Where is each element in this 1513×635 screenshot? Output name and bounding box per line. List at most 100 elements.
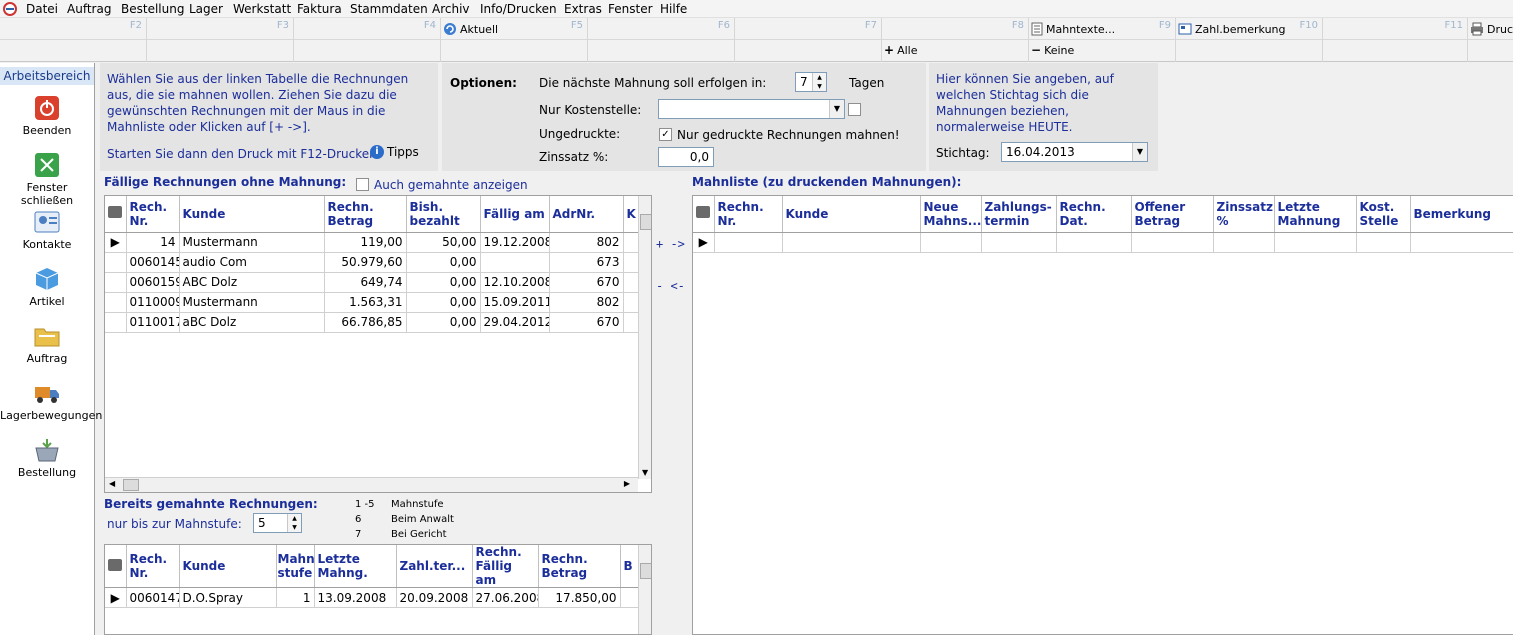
- sidebar-item-beenden[interactable]: Beenden: [0, 95, 94, 137]
- printer-icon[interactable]: [105, 196, 127, 233]
- table-row[interactable]: ▶ 0060147 D.O.Spray 1 13.09.2008 20.09.2…: [105, 587, 639, 608]
- column-header[interactable]: B: [620, 545, 639, 588]
- mahnliste-grid[interactable]: Rechn. Nr. Kunde Neue Mahns... Zahlungs-…: [692, 195, 1513, 635]
- aktuell-button[interactable]: Aktuell: [443, 22, 498, 36]
- printer-icon[interactable]: [693, 196, 715, 233]
- table-cell: 0,00: [406, 272, 481, 293]
- nur-gedruckte-checkbox[interactable]: ✓: [659, 128, 672, 141]
- sidebar-item-kontakte[interactable]: Kontakte: [0, 209, 94, 251]
- sidebar-item-artikel[interactable]: Artikel: [0, 266, 94, 308]
- chevron-down-icon[interactable]: ▼: [829, 100, 844, 118]
- auch-gemahnte-checkbox[interactable]: [356, 178, 369, 191]
- column-header[interactable]: Kost. Stelle: [1356, 196, 1411, 233]
- sidebar-item-label: Beenden: [22, 124, 72, 137]
- instructions-panel: Wählen Sie aus der linken Tabelle die Re…: [100, 63, 438, 171]
- menu-faktura[interactable]: Faktura: [297, 2, 342, 16]
- menu-fenster[interactable]: Fenster: [608, 2, 653, 16]
- column-header[interactable]: AdrNr.: [549, 196, 624, 233]
- column-header[interactable]: K: [623, 196, 639, 233]
- table-row[interactable]: 0060145 audio Com 50.979,60 0,00 673: [105, 252, 639, 273]
- spin-buttons[interactable]: ▲ ▼: [287, 514, 301, 532]
- chevron-down-icon[interactable]: ▼: [1132, 143, 1147, 161]
- table-row[interactable]: ▶: [693, 232, 1513, 253]
- fkey-label: F2: [129, 20, 142, 31]
- column-header[interactable]: Kunde: [179, 196, 325, 233]
- sidebar-item-bestellung[interactable]: Bestellung: [0, 437, 94, 479]
- column-header[interactable]: Kunde: [782, 196, 921, 233]
- next-reminder-stepper[interactable]: 7 ▲ ▼: [795, 72, 827, 92]
- column-header[interactable]: Letzte Mahng.: [314, 545, 397, 588]
- column-header[interactable]: Rechn. Betrag: [538, 545, 621, 588]
- kostenstelle-checkbox[interactable]: [848, 103, 861, 116]
- column-header[interactable]: Rechn. Dat.: [1056, 196, 1132, 233]
- alle-button[interactable]: + Alle: [884, 43, 917, 57]
- column-header[interactable]: Zahlungs- termin: [981, 196, 1057, 233]
- druck-button[interactable]: Druck: [1470, 22, 1513, 36]
- reminded-invoices-grid[interactable]: Rech. Nr. Kunde Mahn stufe Letzte Mahng.…: [104, 544, 652, 635]
- menu-info-drucken[interactable]: Info/Drucken: [480, 2, 557, 16]
- table-cell: 649,74: [324, 272, 407, 293]
- column-header[interactable]: Rech. Nr.: [126, 545, 180, 588]
- due-invoices-grid[interactable]: Rech. Nr. Kunde Rechn. Betrag Bish. beza…: [104, 195, 652, 493]
- vertical-scrollbar[interactable]: [638, 545, 651, 634]
- fkey-label: F7: [864, 20, 877, 31]
- table-row[interactable]: 0060159 ABC Dolz 649,74 0,00 12.10.2008 …: [105, 272, 639, 293]
- menu-archiv[interactable]: Archiv: [432, 2, 470, 16]
- table-cell: 802: [549, 232, 624, 253]
- horizontal-scrollbar[interactable]: ◀ ▶: [105, 477, 638, 492]
- scroll-thumb[interactable]: [640, 214, 651, 230]
- column-header[interactable]: Rechn. Nr.: [714, 196, 783, 233]
- spin-buttons[interactable]: ▲ ▼: [812, 73, 826, 91]
- column-header[interactable]: Rechn. Fällig am: [472, 545, 539, 588]
- table-row[interactable]: ▶ 14 Mustermann 119,00 50,00 19.12.2008 …: [105, 232, 639, 253]
- menu-stammdaten[interactable]: Stammdaten: [350, 2, 428, 16]
- scroll-right-icon[interactable]: ▶: [624, 479, 630, 488]
- table-cell: 0,00: [406, 292, 481, 313]
- column-header[interactable]: Mahn stufe: [276, 545, 315, 588]
- sidebar-item-lagerbewegungen[interactable]: Lagerbewegungen: [0, 380, 102, 422]
- column-header[interactable]: Rech. Nr.: [126, 196, 180, 233]
- menu-datei[interactable]: Datei: [26, 2, 58, 16]
- column-header[interactable]: Bemerkung: [1410, 196, 1513, 233]
- tipps-link[interactable]: i Tipps: [370, 145, 419, 159]
- column-header[interactable]: Fällig am: [480, 196, 550, 233]
- menu-hilfe[interactable]: Hilfe: [660, 2, 687, 16]
- sidebar-item-fenster-schliessen[interactable]: Fenster schließen: [0, 152, 94, 207]
- kostenstelle-select[interactable]: ▼: [658, 99, 845, 119]
- column-header[interactable]: Bish. bezahlt: [406, 196, 481, 233]
- menu-auftrag[interactable]: Auftrag: [67, 2, 111, 16]
- column-header[interactable]: Neue Mahns...: [920, 196, 982, 233]
- add-to-list-button[interactable]: + ->: [656, 237, 692, 251]
- sidebar-item-auftrag[interactable]: Auftrag: [0, 323, 94, 365]
- menu-lager[interactable]: Lager: [189, 2, 223, 16]
- column-header[interactable]: Offener Betrag: [1131, 196, 1214, 233]
- column-header[interactable]: Rechn. Betrag: [324, 196, 407, 233]
- scroll-down-icon[interactable]: ▼: [642, 468, 648, 477]
- menu-extras[interactable]: Extras: [564, 2, 602, 16]
- zahl-bemerkung-button[interactable]: Zahl.bemerkung: [1178, 22, 1286, 36]
- keine-button[interactable]: − Keine: [1031, 43, 1074, 57]
- vertical-scrollbar[interactable]: ▼: [638, 196, 651, 479]
- menu-werkstatt[interactable]: Werkstatt: [233, 2, 291, 16]
- scroll-thumb[interactable]: [640, 563, 651, 579]
- remove-from-list-button[interactable]: - <-: [656, 279, 692, 293]
- scroll-left-icon[interactable]: ◀: [109, 479, 115, 488]
- printer-icon[interactable]: [105, 545, 127, 588]
- row-indicator: [105, 272, 127, 293]
- column-header[interactable]: Kunde: [179, 545, 277, 588]
- stichtag-date-picker[interactable]: 16.04.2013 ▼: [1001, 142, 1148, 162]
- column-header[interactable]: Letzte Mahnung: [1274, 196, 1357, 233]
- table-row[interactable]: 0110017 aBC Dolz 66.786,85 0,00 29.04.20…: [105, 312, 639, 333]
- column-header[interactable]: Zahl.ter...: [396, 545, 473, 588]
- table-row[interactable]: 0110009 Mustermann 1.563,31 0,00 15.09.2…: [105, 292, 639, 313]
- menu-bestellung[interactable]: Bestellung: [121, 2, 184, 16]
- mahnstufe-stepper[interactable]: 5 ▲ ▼: [253, 513, 302, 533]
- table-cell: [1131, 232, 1214, 253]
- table-header-row: Rech. Nr. Kunde Mahn stufe Letzte Mahng.…: [105, 545, 639, 588]
- column-header[interactable]: Zinssatz %: [1213, 196, 1275, 233]
- zinssatz-input[interactable]: 0,0: [658, 147, 714, 167]
- table-cell: [1356, 232, 1411, 253]
- scroll-thumb[interactable]: [123, 479, 139, 491]
- mahntexte-button[interactable]: Mahntexte...: [1031, 22, 1115, 36]
- table-cell: [620, 587, 639, 608]
